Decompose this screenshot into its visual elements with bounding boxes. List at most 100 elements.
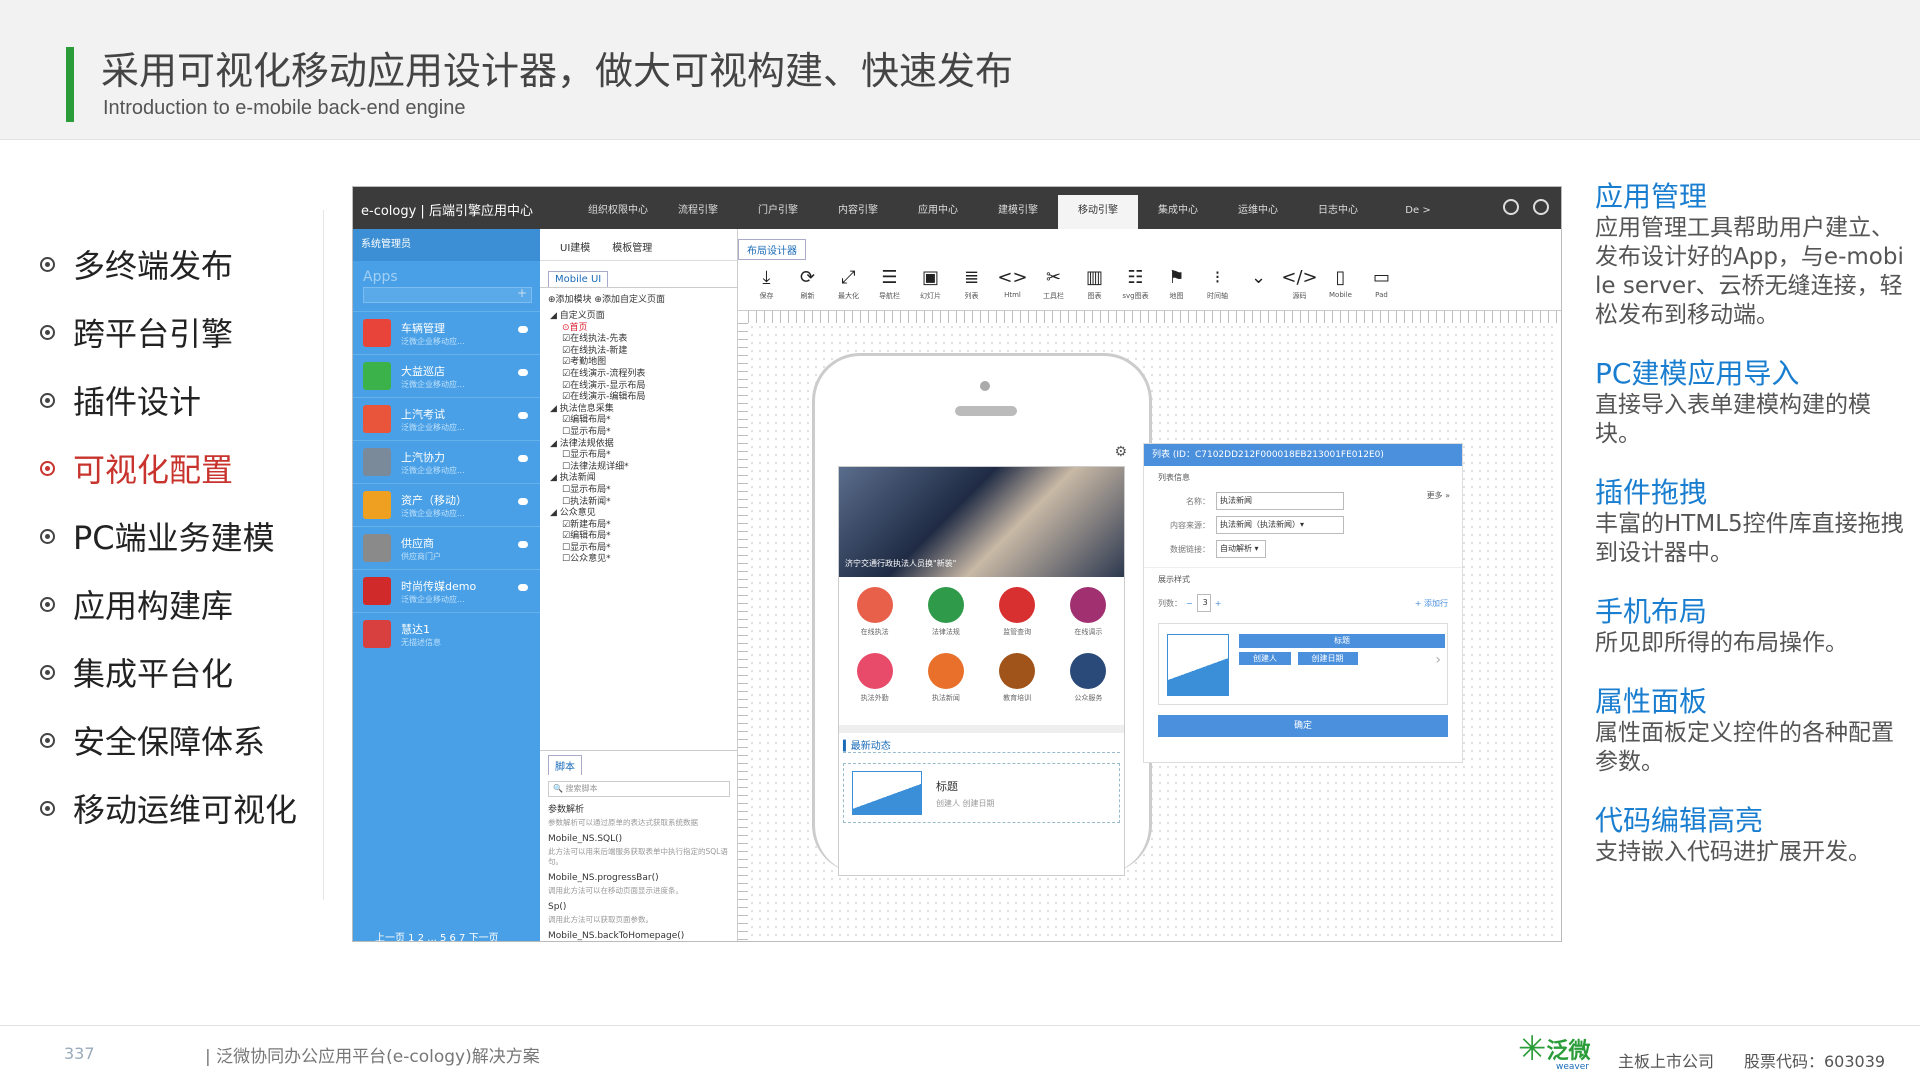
tree-node[interactable]: ☐法律法规详细* [550, 462, 737, 474]
gear-icon[interactable]: ⚙ [1114, 444, 1127, 460]
cols-input[interactable]: 3 [1196, 594, 1211, 612]
cloud-upload-icon[interactable] [518, 326, 528, 333]
toolbar-button[interactable]: ⁝ 时间轴 [1197, 259, 1238, 310]
tree-node[interactable]: ☐显示布局* [550, 543, 737, 555]
grid-item[interactable]: 执法外勤 [839, 653, 910, 719]
tree-node[interactable]: ☐显示布局* [550, 427, 737, 439]
feature-item[interactable]: 多终端发布 [40, 230, 297, 298]
script-name[interactable]: Mobile_NS.SQL() [540, 832, 738, 847]
confirm-button[interactable]: 确定 [1158, 715, 1448, 737]
grid-item[interactable]: 公众服务 [1053, 653, 1124, 719]
app-item[interactable]: 慧达1 无描述信息 [353, 612, 540, 655]
tree-subtab[interactable]: 模板管理 [612, 239, 652, 260]
tree-node[interactable]: ☐显示布局* [550, 485, 737, 497]
property-input[interactable]: 执法新闻 [1216, 492, 1344, 510]
app-item[interactable]: 上汽考试 泛微企业移动应... [353, 397, 540, 440]
feature-item[interactable]: 插件设计 [40, 366, 297, 434]
tree-node[interactable]: ☐显示布局* [550, 450, 737, 462]
tab-layout-designer[interactable]: 布局设计器 [738, 239, 806, 260]
script-search-input[interactable]: 🔍 搜索脚本 [548, 781, 730, 797]
script-name[interactable]: Mobile_NS.backToHomepage() [540, 929, 738, 941]
tree-node[interactable]: ☑在线演示-编辑布局 [550, 392, 737, 404]
app-item[interactable]: 上汽协力 泛微企业移动应... [353, 440, 540, 483]
toolbar-button[interactable]: ⟳ 刷新 [787, 259, 828, 310]
tree-node[interactable]: ◢ 自定义页面 [550, 311, 737, 323]
toolbar-button[interactable]: ⌄ [1238, 259, 1279, 310]
feature-item[interactable]: 应用构建库 [40, 570, 297, 638]
app-item[interactable]: 大益巡店 泛微企业移动应... [353, 354, 540, 397]
tree-node[interactable]: ☐执法新闻* [550, 497, 737, 509]
script-name[interactable]: 参数解析 [540, 803, 738, 818]
grid-item[interactable]: 监管查询 [982, 587, 1053, 653]
minus-icon[interactable]: − [1186, 599, 1193, 608]
toolbar-button[interactable]: ≣ 列表 [951, 259, 992, 310]
tree-node[interactable]: ☑新建布局* [550, 520, 737, 532]
feature-item[interactable]: 可视化配置 [40, 434, 297, 502]
plus-icon[interactable]: + [1215, 599, 1222, 608]
nav-tab[interactable]: 集成中心 [1138, 187, 1218, 229]
tree-subtab[interactable]: UI建模 [560, 239, 590, 260]
toolbar-button[interactable]: ▣ 幻灯片 [910, 259, 951, 310]
settings-icon[interactable] [1503, 199, 1519, 215]
tree-actions[interactable]: ⊕添加模块 ⊕添加自定义页面 [540, 287, 737, 309]
nav-tab[interactable]: 组织权限中心 [578, 187, 658, 229]
tab-script[interactable]: 脚本 [548, 755, 582, 775]
toolbar-button[interactable]: <> Html [992, 259, 1033, 310]
grid-item[interactable]: 法律法规 [910, 587, 981, 653]
app-item[interactable]: 资产（移动） 泛微企业移动应... [353, 483, 540, 526]
cloud-upload-icon[interactable] [518, 541, 528, 548]
toolbar-button[interactable]: ▯ Mobile [1320, 259, 1361, 310]
pager[interactable]: 上一页 1 2 ... 5 6 7 下一页 [375, 929, 499, 941]
tree-node[interactable]: ◢ 公众意见 [550, 508, 737, 520]
tree-node[interactable]: ☑在线执法-新建 [550, 346, 737, 358]
app-item[interactable]: 供应商 供应商门户 [353, 526, 540, 569]
toolbar-button[interactable]: ☷ svg图表 [1115, 259, 1156, 310]
tree-node[interactable]: ☐公众意见* [550, 554, 737, 566]
tree-node[interactable]: ⊙首页 [550, 323, 737, 335]
property-input[interactable]: 自动解析 ▾ [1216, 540, 1266, 558]
tree-node[interactable]: ☑编辑布局* [550, 415, 737, 427]
feature-item[interactable]: 跨平台引擎 [40, 298, 297, 366]
feature-item[interactable]: 集成平台化 [40, 638, 297, 706]
tree-node[interactable]: ◢ 执法新闻 [550, 473, 737, 485]
grid-item[interactable]: 教育培训 [982, 653, 1053, 719]
tree-node[interactable]: ☑编辑布局* [550, 531, 737, 543]
toolbar-button[interactable]: ▥ 图表 [1074, 259, 1115, 310]
add-row-button[interactable]: + 添加行 [1415, 598, 1448, 609]
nav-tab[interactable]: 日志中心 [1298, 187, 1378, 229]
cloud-upload-icon[interactable] [518, 584, 528, 591]
news-item[interactable]: 标题 创建人 创建日期 [843, 763, 1120, 823]
toolbar-button[interactable]: ⤓ 保存 [746, 259, 787, 310]
banner-slide[interactable]: 济宁交通行政执法人员换"新装" [839, 467, 1124, 577]
apps-search-input[interactable]: + [363, 286, 532, 303]
toolbar-button[interactable]: </> 源码 [1279, 259, 1320, 310]
more-link[interactable]: 更多 » [1427, 490, 1450, 501]
tab-mobile-ui[interactable]: Mobile UI [548, 271, 609, 287]
add-icon[interactable]: + [517, 286, 527, 300]
nav-tab[interactable]: 内容引擎 [818, 187, 898, 229]
nav-tab[interactable]: 流程引擎 [658, 187, 738, 229]
news-section[interactable]: ▍最新动态 标题 创建人 创建日期 [839, 725, 1124, 827]
property-input[interactable]: 执法新闻（执法新闻）▾ [1216, 516, 1344, 534]
app-item[interactable]: 车辆管理 泛微企业移动应... [353, 311, 540, 354]
nav-tab[interactable]: 门户引擎 [738, 187, 818, 229]
toolbar-button[interactable]: ⚑ 地图 [1156, 259, 1197, 310]
toolbar-button[interactable]: ▭ Pad [1361, 259, 1402, 310]
cloud-upload-icon[interactable] [518, 412, 528, 419]
nav-tab[interactable]: 建模引擎 [978, 187, 1058, 229]
grid-item[interactable]: 在线调示 [1053, 587, 1124, 653]
grid-item[interactable]: 在线执法 [839, 587, 910, 653]
toolbar-button[interactable]: ✂ 工具栏 [1033, 259, 1074, 310]
grid-item[interactable]: 执法新闻 [910, 653, 981, 719]
nav-tab[interactable]: 应用中心 [898, 187, 978, 229]
phone-screen[interactable]: 济宁交通行政执法人员换"新装" 在线执法 法律法规 监管查询 在线调示执法外勤 执法新闻… [838, 466, 1125, 876]
toolbar-button[interactable]: ☰ 导航栏 [869, 259, 910, 310]
list-style-card[interactable]: 标题 创建人 创建日期 › [1158, 623, 1448, 705]
tree-node[interactable]: ☑在线演示-流程列表 [550, 369, 737, 381]
tree-node[interactable]: ☑考勤地图 [550, 357, 737, 369]
cloud-upload-icon[interactable] [518, 369, 528, 376]
tree-node[interactable]: ◢ 执法信息采集 [550, 404, 737, 416]
nav-tab[interactable]: 运维中心 [1218, 187, 1298, 229]
feature-item[interactable]: 移动运维可视化 [40, 774, 297, 842]
app-item[interactable]: 时尚传媒demo 泛微企业移动应... [353, 569, 540, 612]
